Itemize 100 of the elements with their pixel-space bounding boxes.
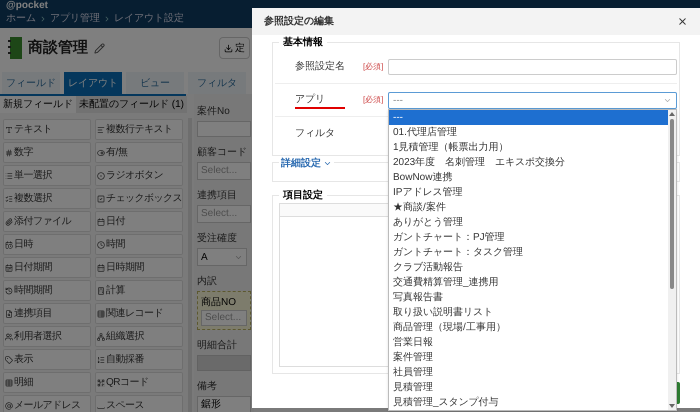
field-type-item[interactable]: テキスト bbox=[3, 119, 91, 140]
dropdown-option[interactable]: 2023年度 名刺管理 エキスポ交換分 bbox=[389, 154, 668, 170]
notebook-icon bbox=[8, 37, 22, 59]
dropdown-option[interactable]: BowNow連携 bbox=[389, 170, 668, 184]
advanced-settings-toggle[interactable]: 詳細設定 bbox=[279, 156, 334, 170]
field-type-item[interactable]: 計算 bbox=[95, 280, 183, 301]
dropdown-option[interactable]: ガントチャート：PJ管理 bbox=[389, 230, 668, 244]
dropdown-option[interactable]: ガントチャート：タスク管理 bbox=[389, 244, 668, 260]
text-field[interactable] bbox=[388, 58, 677, 74]
table-icon bbox=[5, 378, 13, 386]
file-search-icon bbox=[5, 310, 13, 318]
subtab[interactable]: 未配置のフィールド (1) bbox=[76, 96, 187, 113]
field-type-item[interactable]: 利用者選択 bbox=[3, 326, 91, 347]
field-type-item[interactable]: 組織選択 bbox=[95, 326, 183, 347]
field-type-item[interactable]: 数字 bbox=[3, 142, 91, 163]
field-type-item[interactable]: 明細 bbox=[3, 372, 91, 393]
calendar-icon bbox=[97, 218, 105, 226]
tab[interactable]: フィルタ bbox=[188, 72, 246, 94]
tab[interactable]: フィールド bbox=[2, 72, 60, 94]
tab[interactable]: ビュー bbox=[126, 72, 184, 94]
field-type-item[interactable]: 時間 bbox=[95, 234, 183, 255]
app-title: 商談管理 bbox=[28, 38, 88, 58]
users-icon bbox=[5, 332, 13, 340]
form-label: 参照設定名 bbox=[295, 60, 345, 74]
dropdown-option[interactable]: 案件管理 bbox=[389, 350, 668, 364]
dropdown-option[interactable]: 見積管理_スタンプ付与 bbox=[389, 394, 668, 410]
definition-button[interactable]: 定 bbox=[219, 37, 250, 59]
dialog-title: 参照設定の編集 bbox=[264, 14, 334, 29]
dropdown-option[interactable]: 営業日報 bbox=[389, 334, 668, 350]
breadcrumb-link[interactable]: ホーム bbox=[6, 13, 36, 25]
toggle-icon bbox=[97, 148, 105, 156]
breadcrumb-link[interactable]: レイアウト設定 bbox=[114, 13, 184, 25]
dropdown-option[interactable]: 1見積管理（帳票出力用） bbox=[389, 140, 668, 154]
form-label: アプリ bbox=[295, 92, 345, 108]
dropdown-option[interactable]: ありがとう管理 bbox=[389, 214, 668, 230]
hierarchy-icon bbox=[97, 332, 105, 340]
dropdown-option[interactable]: 見積管理 bbox=[389, 380, 668, 394]
dropdown-option[interactable]: クラブ活動報告 bbox=[389, 260, 668, 274]
dropdown-option[interactable]: --- bbox=[389, 110, 668, 124]
required-label: [必須] bbox=[363, 60, 384, 72]
field-label: 連携項目 bbox=[197, 188, 237, 203]
section-legend: 基本情報 bbox=[279, 35, 327, 50]
text-field[interactable] bbox=[197, 121, 251, 137]
field-type-item[interactable]: 日付期間 bbox=[3, 257, 91, 278]
radio-icon bbox=[97, 172, 105, 180]
field-label: 商品NO bbox=[201, 296, 237, 310]
field-type-item[interactable]: チェックボックス bbox=[95, 188, 183, 209]
field-type-item[interactable]: 複数行テキスト bbox=[95, 119, 183, 140]
field-type-item[interactable]: スペース bbox=[95, 395, 183, 412]
field-type-item[interactable]: 日付 bbox=[95, 211, 183, 232]
dropdown-option[interactable]: ★商談/案件 bbox=[389, 200, 668, 214]
field-type-item[interactable]: 時間期間 bbox=[3, 280, 91, 301]
qr-code-icon bbox=[97, 378, 105, 386]
field-type-item[interactable]: 関連レコード bbox=[95, 303, 183, 324]
section-legend: 項目設定 bbox=[279, 188, 327, 203]
list-icon bbox=[5, 172, 13, 180]
field-type-item[interactable]: QRコード bbox=[95, 372, 183, 393]
dropdown-field[interactable]: A bbox=[197, 248, 247, 266]
download-icon bbox=[224, 44, 233, 52]
select-field[interactable]: --- bbox=[388, 92, 677, 108]
scrollbar-drawing[interactable] bbox=[668, 110, 676, 410]
required-label: [必須] bbox=[363, 94, 384, 106]
checkbox-icon bbox=[97, 194, 105, 202]
calendar-clock-icon bbox=[5, 240, 13, 248]
dropdown-option[interactable]: 商品管理（現場/工事用） bbox=[389, 320, 668, 334]
dropdown-option[interactable]: 交通費精算管理_連携用 bbox=[389, 274, 668, 290]
field-label: 内訳 bbox=[197, 274, 217, 289]
textarea-field[interactable]: 鋸形 bbox=[197, 396, 251, 412]
field-label: 案件No bbox=[197, 104, 230, 119]
dropdown-option[interactable]: IPアドレス管理 bbox=[389, 184, 668, 200]
breadcrumb-link[interactable]: アプリ管理 bbox=[50, 13, 100, 25]
field-type-item[interactable]: 添付ファイル bbox=[3, 211, 91, 232]
field-type-item[interactable]: 連携項目 bbox=[3, 303, 91, 324]
field-type-item[interactable]: メールアドレス bbox=[3, 395, 91, 412]
pencil-icon[interactable] bbox=[94, 42, 105, 54]
table-icon bbox=[97, 310, 105, 318]
dropdown-option[interactable]: 写真報告書 bbox=[389, 290, 668, 304]
form-label: フィルタ bbox=[295, 126, 336, 140]
field-label: 備考 bbox=[197, 380, 217, 394]
readonly-field bbox=[197, 355, 251, 371]
field-type-item[interactable]: 日時 bbox=[3, 234, 91, 255]
separator-icon bbox=[103, 15, 111, 23]
tag-icon bbox=[5, 356, 13, 364]
field-type-item[interactable]: 日時期間 bbox=[95, 257, 183, 278]
field-type-item[interactable]: ラジオボタン bbox=[95, 165, 183, 186]
tab[interactable]: レイアウト bbox=[64, 72, 122, 94]
field-type-item[interactable]: 単一選択 bbox=[3, 165, 91, 186]
checklist-icon bbox=[5, 194, 13, 202]
field-type-item[interactable]: 複数選択 bbox=[3, 188, 91, 209]
numbered-list-icon bbox=[97, 356, 105, 364]
calendar-icon bbox=[97, 264, 105, 272]
history-icon bbox=[5, 286, 13, 294]
separator-icon bbox=[39, 15, 47, 23]
dropdown-option[interactable]: 社員管理 bbox=[389, 364, 668, 380]
field-type-item[interactable]: 表示 bbox=[3, 349, 91, 370]
dropdown-option[interactable]: 01.代理店管理 bbox=[389, 124, 668, 140]
field-type-item[interactable]: 有/無 bbox=[95, 142, 183, 163]
close-icon[interactable] bbox=[677, 16, 688, 27]
field-type-item[interactable]: 自動採番 bbox=[95, 349, 183, 370]
dropdown-option[interactable]: 取り扱い説明書リスト bbox=[389, 304, 668, 320]
